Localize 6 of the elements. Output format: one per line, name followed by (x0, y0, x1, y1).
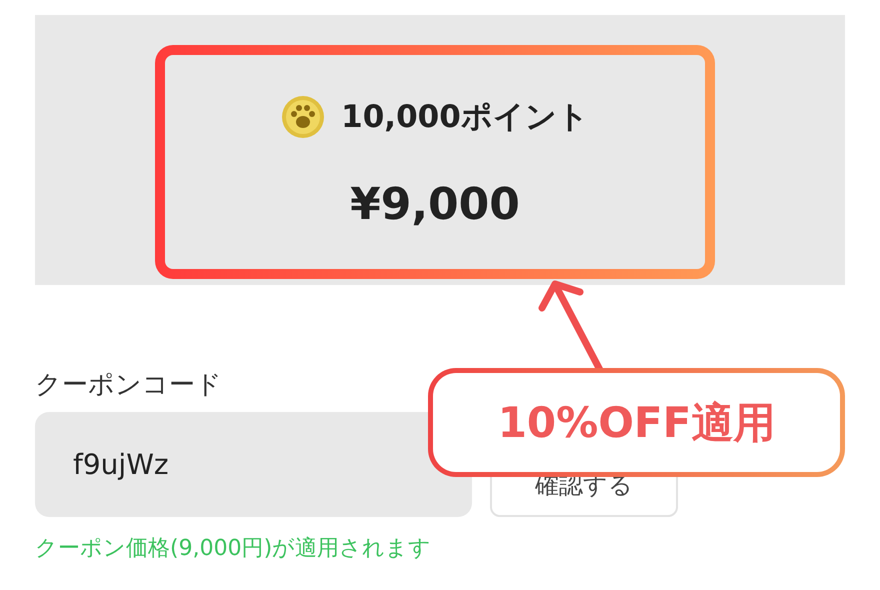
coupon-code-label: クーポンコード (35, 369, 223, 402)
coupon-code-field[interactable]: f9ujWz (35, 412, 472, 517)
coupon-message: クーポン価格(9,000円)が適用されます (35, 535, 432, 563)
price: ¥9,000 (350, 178, 520, 230)
points-amount: 10,000ポイント (341, 98, 589, 136)
paw-coin-icon (281, 94, 326, 138)
